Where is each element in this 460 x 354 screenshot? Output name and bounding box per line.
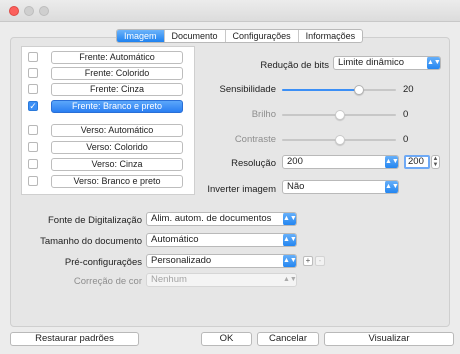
cancel-button[interactable]: Cancelar xyxy=(257,332,319,346)
brightness-slider[interactable] xyxy=(282,110,396,120)
document-size-label: Tamanho do documento xyxy=(40,236,142,247)
list-item: Frente: Colorido xyxy=(22,67,194,80)
brightness-value: 0 xyxy=(403,109,409,120)
chevron-updown-icon: ▲▼ xyxy=(283,255,296,267)
list-item: ✓ Frente: Branco e preto xyxy=(22,100,194,113)
tab-bar: Imagem Documento Configurações Informaçõ… xyxy=(116,29,364,43)
document-size-select[interactable]: Automático ▲▼ xyxy=(146,233,297,247)
profile-checkbox[interactable] xyxy=(28,159,38,169)
list-item: Verso: Colorido xyxy=(22,141,194,154)
color-correction-value: Nenhum xyxy=(151,274,187,285)
sensitivity-knob[interactable] xyxy=(354,85,364,95)
presets-value: Personalizado xyxy=(151,255,212,266)
chevron-updown-icon: ▲▼ xyxy=(283,276,297,283)
scan-source-value: Alim. autom. de documentos xyxy=(151,213,272,224)
profile-button[interactable]: Frente: Colorido xyxy=(51,67,183,80)
tab-documento[interactable]: Documento xyxy=(165,30,226,42)
profile-button[interactable]: Verso: Automático xyxy=(51,124,183,137)
resolution-select[interactable]: 200 ▲▼ xyxy=(282,155,399,169)
chevron-updown-icon: ▲▼ xyxy=(283,234,296,246)
chevron-updown-icon: ▲▼ xyxy=(427,57,440,69)
preview-button[interactable]: Visualizar xyxy=(324,332,454,346)
zoom-window-icon[interactable] xyxy=(39,6,49,16)
tab-informacoes[interactable]: Informações xyxy=(299,30,363,42)
contrast-label: Contraste xyxy=(234,134,276,145)
presets-label: Pré-configurações xyxy=(64,257,142,268)
invert-image-select[interactable]: Não ▲▼ xyxy=(282,180,399,194)
list-item: Verso: Branco e preto xyxy=(22,175,194,188)
resolution-custom-input[interactable]: 200 xyxy=(404,155,430,169)
contrast-value: 0 xyxy=(403,134,409,145)
profile-button[interactable]: Frente: Branco e preto xyxy=(51,100,183,113)
profile-checkbox[interactable] xyxy=(28,84,38,94)
color-correction-label: Correção de cor xyxy=(73,276,142,287)
tab-imagem[interactable]: Imagem xyxy=(117,30,165,42)
list-item: Verso: Cinza xyxy=(22,158,194,171)
restore-defaults-button[interactable]: Restaurar padrões xyxy=(10,332,139,346)
chevron-updown-icon: ▲▼ xyxy=(385,156,398,168)
scan-source-select[interactable]: Alim. autom. de documentos ▲▼ xyxy=(146,212,297,226)
minimize-window-icon[interactable] xyxy=(24,6,34,16)
profile-checkbox[interactable] xyxy=(28,52,38,62)
title-bar xyxy=(0,0,460,22)
chevron-updown-icon: ▲▼ xyxy=(283,213,296,225)
scan-source-label: Fonte de Digitalização xyxy=(48,215,142,226)
document-size-value: Automático xyxy=(151,234,199,245)
close-window-icon[interactable] xyxy=(9,6,19,16)
sensitivity-label: Sensibilidade xyxy=(219,84,276,95)
profile-button[interactable]: Verso: Branco e preto xyxy=(51,175,183,188)
list-item: Verso: Automático xyxy=(22,124,194,137)
ok-button[interactable]: OK xyxy=(201,332,252,346)
sensitivity-value: 20 xyxy=(403,84,414,95)
profile-button[interactable]: Verso: Cinza xyxy=(51,158,183,171)
contrast-slider[interactable] xyxy=(282,135,396,145)
invert-image-label: Inverter imagem xyxy=(207,184,276,195)
profile-button[interactable]: Frente: Automático xyxy=(51,51,183,64)
profile-button[interactable]: Verso: Colorido xyxy=(51,141,183,154)
resolution-value: 200 xyxy=(287,156,303,167)
chevron-updown-icon: ▲▼ xyxy=(385,181,398,193)
profile-checkbox[interactable]: ✓ xyxy=(28,101,38,111)
add-preset-button[interactable]: + xyxy=(303,256,313,266)
remove-preset-button[interactable]: - xyxy=(315,256,325,266)
profile-checkbox[interactable] xyxy=(28,125,38,135)
profile-checkbox[interactable] xyxy=(28,68,38,78)
scan-profile-list: Frente: Automático Frente: Colorido Fren… xyxy=(21,46,195,195)
invert-image-value: Não xyxy=(287,181,305,192)
color-correction-select[interactable]: Nenhum ▲▼ xyxy=(146,273,297,287)
profile-button[interactable]: Frente: Cinza xyxy=(51,83,183,96)
brightness-knob[interactable] xyxy=(335,110,345,120)
sensitivity-fill xyxy=(282,89,359,91)
bit-reduction-value: Limite dinâmico xyxy=(338,57,404,68)
profile-checkbox[interactable] xyxy=(28,142,38,152)
bit-reduction-label: Redução de bits xyxy=(260,60,329,71)
presets-select[interactable]: Personalizado ▲▼ xyxy=(146,254,297,268)
resolution-label: Resolução xyxy=(231,158,276,169)
resolution-stepper[interactable]: ▲ ▼ xyxy=(431,155,440,169)
list-item: Frente: Cinza xyxy=(22,83,194,96)
sensitivity-slider[interactable] xyxy=(282,85,396,95)
brightness-label: Brilho xyxy=(251,109,276,120)
list-item: Frente: Automático xyxy=(22,51,194,64)
bit-reduction-select[interactable]: Limite dinâmico ▲▼ xyxy=(333,56,441,70)
profile-checkbox[interactable] xyxy=(28,176,38,186)
tab-configuracoes[interactable]: Configurações xyxy=(226,30,299,42)
contrast-knob[interactable] xyxy=(335,135,345,145)
